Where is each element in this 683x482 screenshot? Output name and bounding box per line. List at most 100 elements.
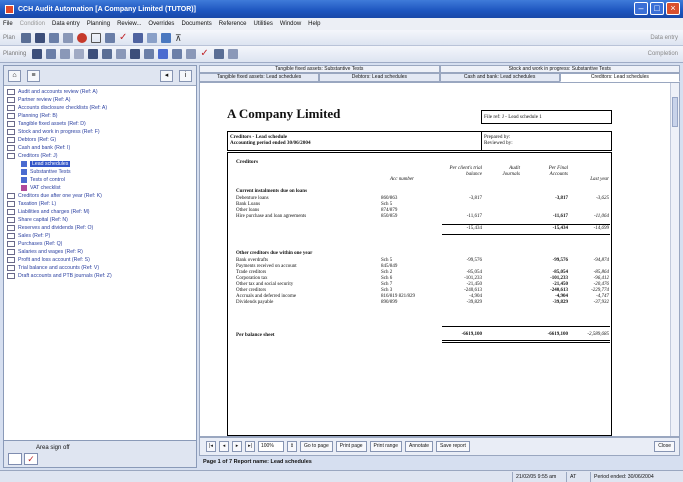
annotate-button[interactable]: Annotate [405,441,434,452]
archive-icon[interactable] [228,49,239,59]
next-page-button[interactable]: ▸ [232,441,242,452]
home-button[interactable]: ⌂ [8,69,21,82]
grid-icon[interactable] [49,32,60,43]
tree-item-trial-balance[interactable]: Trial balance and accounts (Ref: V) [7,264,193,272]
paste-icon[interactable] [74,49,85,59]
book-icon[interactable] [147,32,158,43]
tree-item-disclosure[interactable]: Accounts disclosure checklists (Ref: A) [7,104,193,112]
prev-page-button[interactable]: ◂ [219,441,229,452]
back-button[interactable]: ◂ [160,69,173,82]
menu-overrides[interactable]: Overrides [148,21,174,27]
completion-label[interactable]: Completion [648,51,678,57]
tree-item-profit-loss[interactable]: Profit and loss account (Ref: S) [7,256,193,264]
ledger-icon[interactable] [172,49,183,59]
tree-item-stock[interactable]: Stock and work in progress (Ref: F) [7,128,193,136]
folder-icon [7,137,15,143]
tree-item-liabilities[interactable]: Liabilities and charges (Ref: M) [7,208,193,216]
print-page-button[interactable]: Print page [335,441,367,452]
export-icon[interactable] [214,49,225,59]
menu-window[interactable]: Window [280,21,301,27]
tree-item-purchases[interactable]: Purchases (Ref: Q) [7,240,193,248]
info-button[interactable]: i [179,69,192,82]
last-page-button[interactable]: ▸| [245,441,255,452]
tree-item-share-capital[interactable]: Share capital (Ref: N) [7,216,193,224]
tab-creditors-lead[interactable]: Creditors: Lead schedules [559,73,680,82]
folder-icon [7,129,15,135]
tree-view-button[interactable]: ≡ [27,69,40,82]
tree-item-planning[interactable]: Planning (Ref: B) [7,112,193,120]
tree-item-vat-checklist[interactable]: VAT checklist [7,184,193,192]
menu-data-entry[interactable]: Data entry [52,21,80,27]
table-icon[interactable] [88,49,99,59]
tick-icon[interactable]: ✓ [119,32,129,43]
row-ptb: -240,613 [464,288,482,293]
tree-item-lead-schedules[interactable]: Lead schedules [7,160,193,168]
menu-planning[interactable]: Planning [87,21,110,27]
diamond-icon[interactable] [158,49,169,59]
menu-reference[interactable]: Reference [219,21,247,27]
stop-icon[interactable] [77,32,88,43]
signoff-note-button[interactable] [8,453,22,465]
save-report-button[interactable]: Save report [436,441,470,452]
tree-item-tests-of-control[interactable]: Tests of control [7,176,193,184]
tab-stock-substantive[interactable]: Stock and work in progress: Substantive … [439,65,680,73]
print-icon[interactable] [130,49,141,59]
tree-item-partner-review[interactable]: Partner review (Ref: A) [7,96,193,104]
menu-help[interactable]: Help [308,21,320,27]
go-to-page-button[interactable]: Go to page [300,441,333,452]
minimize-button[interactable]: – [634,2,648,15]
tree-item-salaries[interactable]: Salaries and wages (Ref: R) [7,248,193,256]
close-window-button[interactable]: × [666,2,680,15]
menu-utilities[interactable]: Utilities [253,21,272,27]
report-icon[interactable] [105,32,116,43]
tree-item-substantive-tests[interactable]: Substantive Tests [7,168,193,176]
close-report-button[interactable]: Close [654,441,675,452]
menu-file[interactable]: File [3,21,13,27]
data-entry-label[interactable]: Data entry [650,35,678,41]
tree-item-sales[interactable]: Sales (Ref: P) [7,232,193,240]
journal-icon[interactable] [186,49,197,59]
signoff-tick-button[interactable]: ✓ [24,453,38,465]
document-icon[interactable] [46,49,57,59]
tree-item-draft-accounts[interactable]: Draft accounts and PTB journals (Ref: Z) [7,272,193,280]
zoom-stepper[interactable]: ⇕ [287,441,297,452]
list-icon[interactable] [63,32,74,43]
tab-cash-lead[interactable]: Cash and bank: Lead schedules [439,73,560,82]
first-page-button[interactable]: |◂ [206,441,216,452]
section-title: Creditors [236,159,259,165]
tree-item-creditors[interactable]: Creditors (Ref: J) [7,152,193,160]
menu-review[interactable]: Review... [117,21,141,27]
scroll-thumb[interactable] [672,97,678,127]
save-icon[interactable] [144,49,155,59]
report-nav-bar: |◂ ◂ ▸ ▸| 100% ⇕ Go to page Print page P… [199,437,680,456]
menu-condition[interactable]: Condition [20,21,45,27]
tree-item-creditors-after-year[interactable]: Creditors due after one year (Ref: K) [7,192,193,200]
tree-item-cash-bank[interactable]: Cash and bank (Ref: I) [7,144,193,152]
copy-icon[interactable] [60,49,71,59]
note-icon[interactable] [116,49,127,59]
people-icon[interactable] [21,32,32,43]
filter-icon[interactable]: ⊼ [175,33,185,43]
page-icon[interactable] [91,32,102,43]
binoculars-icon[interactable] [133,32,144,43]
maximize-button[interactable]: □ [650,2,664,15]
tree-item-audit-review[interactable]: Audit and accounts review (Ref: A) [7,88,193,96]
folder-icon [7,273,15,279]
tab-debtors-lead[interactable]: Debtors: Lead schedules [319,73,440,82]
print-range-button[interactable]: Print range [369,441,403,452]
tree-item-fixed-assets[interactable]: Tangible fixed assets (Ref: D) [7,120,193,128]
tab-tfa-substantive[interactable]: Tangible fixed assets: Substantive Tests [199,65,440,73]
row-acc: Sch 6 [381,276,393,281]
tree-item-reserves[interactable]: Reserves and dividends (Ref: O) [7,224,193,232]
calendar-icon[interactable] [161,32,172,43]
tree-item-debtors[interactable]: Debtors (Ref: G) [7,136,193,144]
tab-tfa-lead[interactable]: Tangible fixed assets: Lead schedules [199,73,320,82]
folder-icon[interactable] [32,49,43,59]
menu-documents[interactable]: Documents [181,21,211,27]
chart-icon[interactable] [35,32,46,43]
tree-item-taxation[interactable]: Taxation (Ref: L) [7,200,193,208]
calculator-icon[interactable] [102,49,113,59]
vertical-scrollbar[interactable] [670,83,679,436]
zoom-select[interactable]: 100% [258,441,284,452]
check-icon[interactable]: ✓ [200,49,210,59]
